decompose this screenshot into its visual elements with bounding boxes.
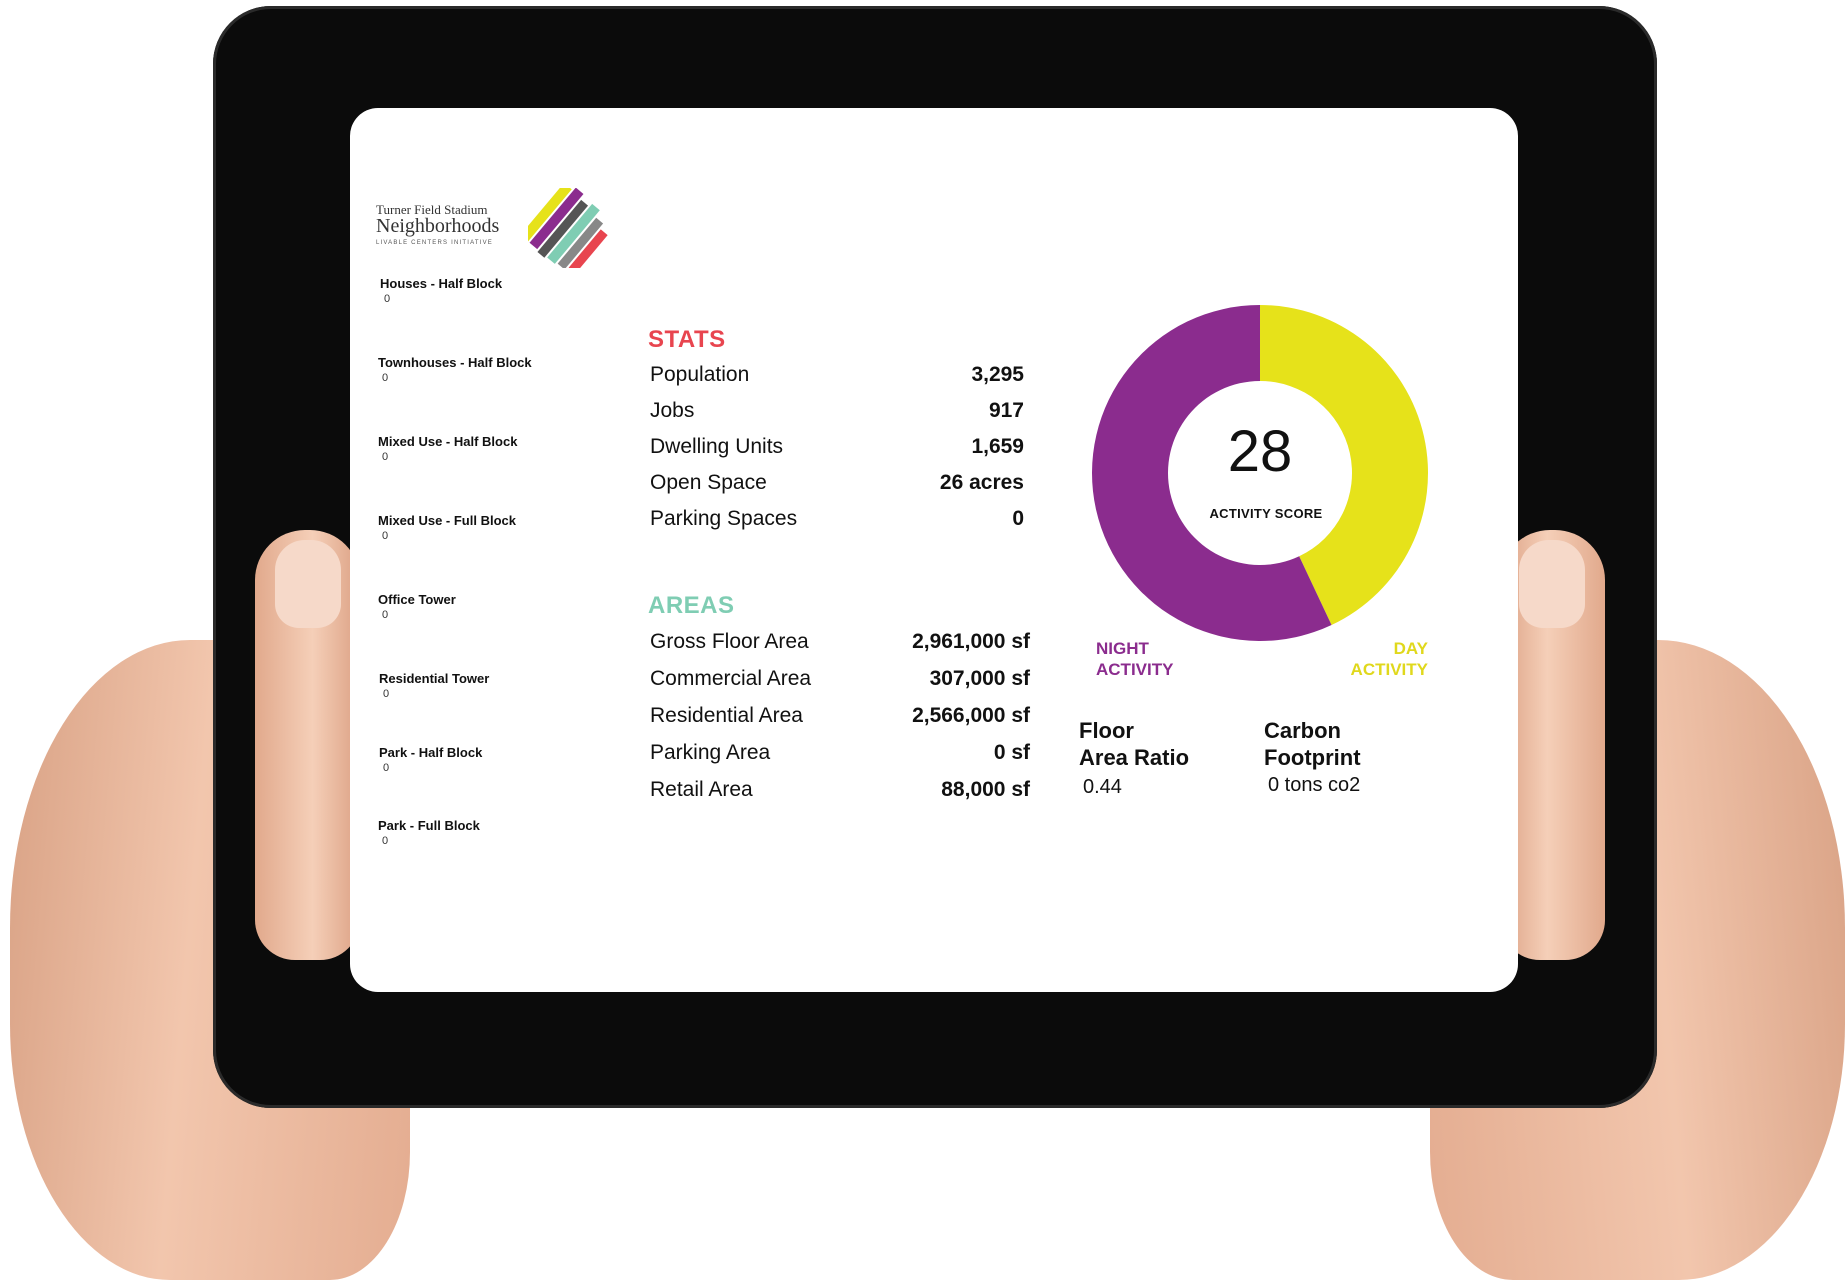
far-title-line-1: Floor xyxy=(1079,718,1134,743)
night-legend-line-2: ACTIVITY xyxy=(1096,660,1174,679)
stat-label: Parking Spaces xyxy=(650,507,798,530)
block-count: 0 xyxy=(383,688,390,700)
carbon-footprint-title: Carbon Footprint xyxy=(1264,717,1361,771)
logo-line-3: LIVABLE CENTERS INITIATIVE xyxy=(376,240,493,246)
areas-row: Parking Area 0 sf xyxy=(644,741,1030,775)
block-count: 0 xyxy=(382,609,389,621)
areas-row: Gross Floor Area 2,961,000 sf xyxy=(644,630,1030,664)
list-item-park-full-block[interactable]: Park - Full Block 0 xyxy=(378,818,480,847)
list-item-residential-tower[interactable]: Residential Tower 0 xyxy=(379,671,489,700)
areas-row: Commercial Area 307,000 sf xyxy=(644,667,1030,701)
floor-area-ratio-title: Floor Area Ratio xyxy=(1079,717,1189,771)
stats-row: Jobs 917 xyxy=(644,399,1024,433)
day-legend-line-2: ACTIVITY xyxy=(1350,660,1428,679)
stats-heading: STATS xyxy=(648,326,726,353)
area-value: 0 sf xyxy=(993,741,1030,764)
night-activity-legend: NIGHT ACTIVITY xyxy=(1096,638,1173,680)
stat-value: 1,659 xyxy=(971,435,1024,458)
list-item-mixed-use-full-block[interactable]: Mixed Use - Full Block 0 xyxy=(378,513,516,542)
activity-score-value: 28 xyxy=(1227,419,1293,484)
block-count: 0 xyxy=(382,451,389,463)
area-label: Gross Floor Area xyxy=(650,630,809,653)
stat-label: Dwelling Units xyxy=(650,435,784,458)
areas-row: Retail Area 88,000 sf xyxy=(644,778,1030,812)
areas-heading: AREAS xyxy=(648,592,735,619)
block-label: Mixed Use - Full Block xyxy=(378,513,516,528)
stat-value: 26 acres xyxy=(939,471,1024,494)
stats-row: Parking Spaces 0 xyxy=(644,507,1024,541)
block-label: Residential Tower xyxy=(379,671,490,686)
stats-row: Open Space 26 acres xyxy=(644,471,1024,505)
night-legend-line-1: NIGHT xyxy=(1096,639,1149,658)
far-title-line-2: Area Ratio xyxy=(1079,745,1190,770)
area-value: 88,000 sf xyxy=(941,778,1030,801)
list-item-office-tower[interactable]: Office Tower 0 xyxy=(378,592,456,621)
day-legend-line-1: DAY xyxy=(1393,639,1428,658)
area-label: Commercial Area xyxy=(650,667,812,690)
stat-label: Open Space xyxy=(650,471,767,494)
list-item-park-half-block[interactable]: Park - Half Block 0 xyxy=(379,745,482,774)
stats-row: Population 3,295 xyxy=(644,363,1024,397)
right-thumbnail xyxy=(1519,540,1585,628)
areas-row: Residential Area 2,566,000 sf xyxy=(644,704,1030,738)
list-item-townhouses-half-block[interactable]: Townhouses - Half Block 0 xyxy=(378,355,532,384)
carbon-title-line-1: Carbon xyxy=(1264,718,1341,743)
stat-value: 0 xyxy=(1012,507,1024,530)
stats-row: Dwelling Units 1,659 xyxy=(644,435,1024,469)
block-label: Mixed Use - Half Block xyxy=(378,434,518,449)
floor-area-ratio-value: 0.44 xyxy=(1083,776,1122,798)
stat-value: 917 xyxy=(988,399,1024,422)
list-item-mixed-use-half-block[interactable]: Mixed Use - Half Block 0 xyxy=(378,434,517,463)
block-label: Park - Half Block xyxy=(379,745,483,760)
carbon-title-line-2: Footprint xyxy=(1264,745,1361,770)
area-label: Residential Area xyxy=(650,704,803,727)
logo-line-2: Neighborhoods xyxy=(376,215,500,237)
block-count: 0 xyxy=(382,530,389,542)
area-value: 2,961,000 sf xyxy=(912,630,1030,653)
activity-donut-chart: 28 ACTIVITY SCORE xyxy=(1090,303,1430,643)
block-count: 0 xyxy=(383,762,390,774)
block-count: 0 xyxy=(382,835,389,847)
area-value: 307,000 sf xyxy=(929,667,1030,690)
left-thumbnail xyxy=(275,540,341,628)
list-item-houses-half-block[interactable]: Houses - Half Block 0 xyxy=(380,276,502,305)
stat-label: Jobs xyxy=(650,399,695,422)
block-count: 0 xyxy=(384,293,391,305)
tablet-screen: Turner Field Stadium Neighborhoods LIVAB… xyxy=(350,108,1518,992)
block-label: Park - Full Block xyxy=(378,818,480,833)
area-value: 2,566,000 sf xyxy=(912,704,1030,727)
block-label: Townhouses - Half Block xyxy=(378,355,532,370)
block-count: 0 xyxy=(382,372,389,384)
area-label: Retail Area xyxy=(650,778,753,801)
stat-value: 3,295 xyxy=(971,363,1024,386)
area-label: Parking Area xyxy=(650,741,771,764)
block-label: Houses - Half Block xyxy=(380,276,503,291)
day-activity-legend: DAY ACTIVITY xyxy=(1316,638,1428,680)
block-label: Office Tower xyxy=(378,592,456,607)
logo-stripes-icon xyxy=(528,188,608,268)
activity-score-label: ACTIVITY SCORE xyxy=(1209,506,1323,521)
stat-label: Population xyxy=(650,363,750,386)
carbon-footprint-value: 0 tons co2 xyxy=(1268,774,1361,796)
